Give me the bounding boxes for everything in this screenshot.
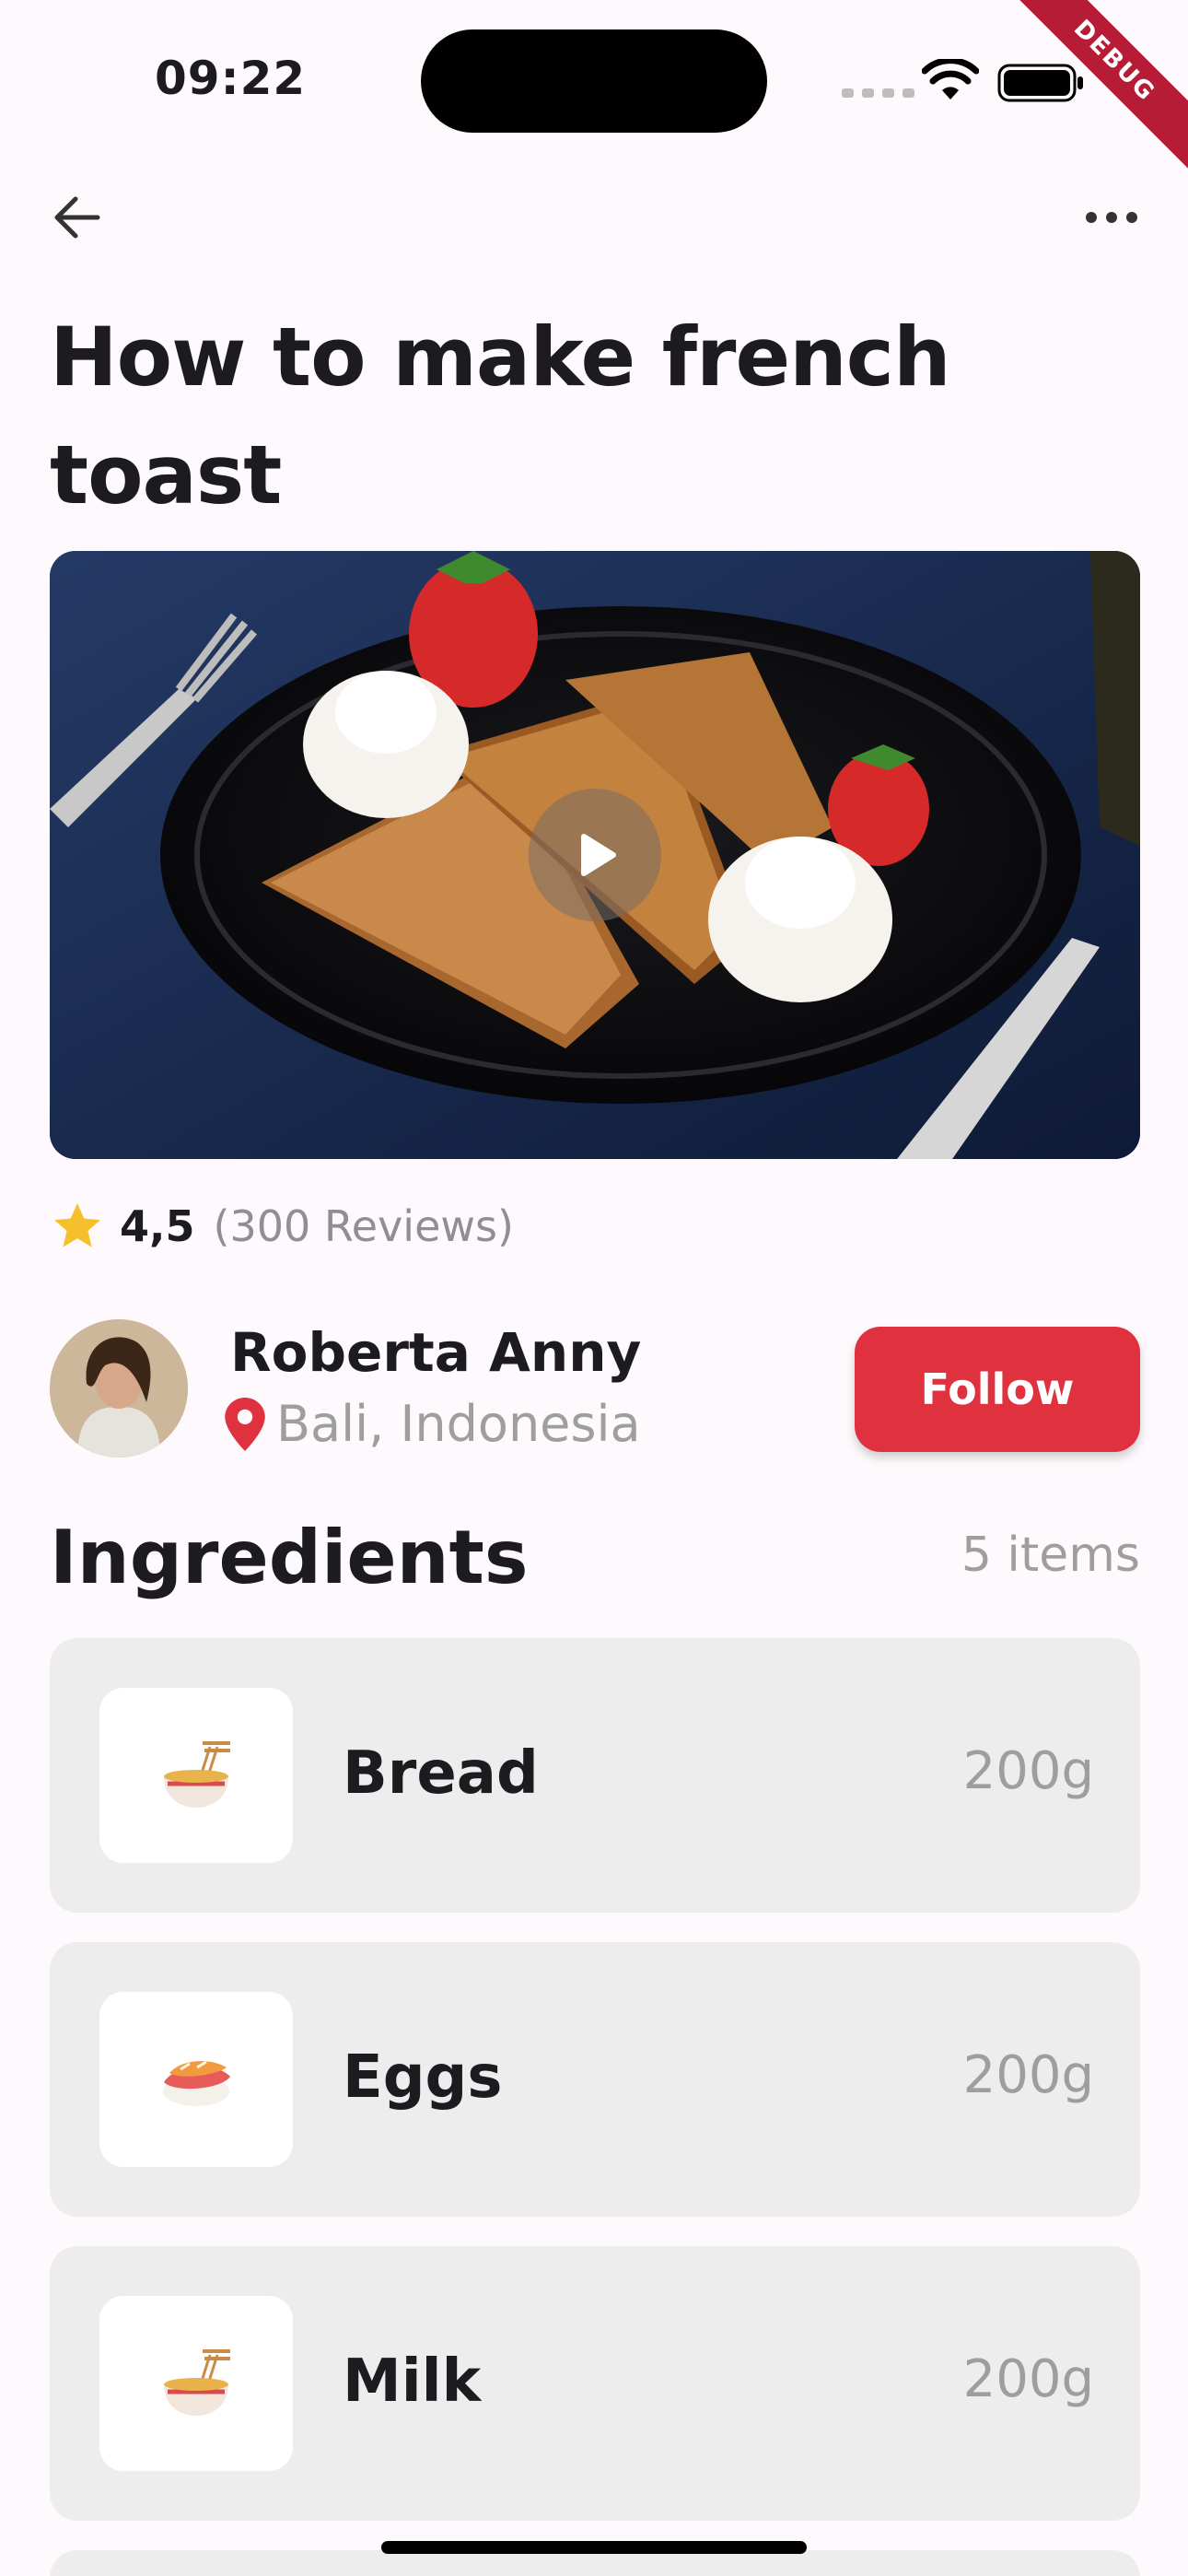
- noodle-bowl-icon: [164, 2349, 230, 2416]
- ingredient-thumb: [99, 2296, 293, 2471]
- author-name[interactable]: Roberta Anny: [230, 1321, 641, 1384]
- ingredient-quantity: 200g: [962, 2045, 1094, 2105]
- ingredient-name: Milk: [343, 2348, 482, 2416]
- battery-icon: [997, 64, 1083, 102]
- star-icon: [54, 1203, 100, 1247]
- location-pin-icon: [225, 1397, 265, 1451]
- rating-row: 4,5 (300 Reviews): [50, 1194, 514, 1259]
- follow-button[interactable]: Follow: [855, 1327, 1140, 1452]
- play-icon: [581, 834, 616, 876]
- ingredients-header: Ingredients 5 items: [50, 1511, 1140, 1612]
- home-indicator[interactable]: [381, 2541, 807, 2554]
- page-title: How to make french toast: [50, 310, 951, 522]
- rating-value: 4,5: [120, 1201, 195, 1251]
- author-location: Bali, Indonesia: [225, 1395, 641, 1453]
- recipe-video-thumbnail[interactable]: [50, 551, 1140, 1159]
- ingredient-quantity: 200g: [962, 2349, 1094, 2409]
- ingredient-name: Bread: [343, 1739, 539, 1808]
- author-card: Roberta Anny Bali, Indonesia Follow: [50, 1317, 1140, 1461]
- ingredient-name: Eggs: [343, 2043, 503, 2112]
- avatar[interactable]: [50, 1319, 188, 1458]
- ingredient-item[interactable]: Bread 200g: [50, 1638, 1140, 1913]
- status-bar: 09:22 DEBUG: [0, 0, 1188, 176]
- author-location-text: Bali, Indonesia: [276, 1395, 641, 1453]
- wifi-icon: [922, 59, 979, 100]
- ingredients-title: Ingredients: [50, 1515, 529, 1600]
- author-photo: [50, 1319, 188, 1458]
- ingredient-item[interactable]: Eggs 200g: [50, 1942, 1140, 2217]
- noodle-bowl-icon: [164, 1741, 230, 1808]
- cellular-signal-icon: [842, 88, 914, 98]
- ingredient-item[interactable]: Milk 200g: [50, 2246, 1140, 2521]
- dynamic-island: [421, 29, 767, 133]
- play-button[interactable]: [529, 789, 661, 921]
- ingredient-quantity: 200g: [962, 1741, 1094, 1801]
- ingredient-item[interactable]: [50, 2550, 1140, 2576]
- ingredient-thumb: [99, 1992, 293, 2167]
- more-options-icon[interactable]: [1082, 192, 1141, 243]
- back-arrow-icon[interactable]: [48, 188, 107, 247]
- ingredient-thumb: [99, 1688, 293, 1863]
- sushi-icon: [163, 2060, 230, 2106]
- ingredients-count: 5 items: [961, 1528, 1140, 1583]
- status-time: 09:22: [155, 52, 307, 105]
- rating-reviews: (300 Reviews): [213, 1201, 514, 1251]
